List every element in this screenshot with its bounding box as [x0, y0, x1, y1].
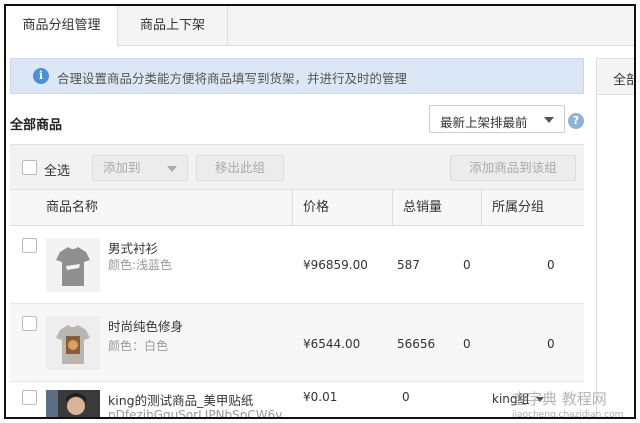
column-header-group[interactable]: 所属分组 — [492, 190, 544, 226]
product-sales: 56656 — [397, 337, 436, 351]
add-product-to-group-button[interactable]: 添加商品到该组 — [450, 155, 576, 181]
sort-dropdown[interactable]: 最新上架排最前 — [429, 105, 565, 133]
remove-from-group-button[interactable]: 移出此组 — [196, 155, 284, 181]
select-all-checkbox[interactable] — [22, 160, 37, 175]
product-thumbnail[interactable] — [46, 390, 100, 417]
product-group: 0 — [547, 258, 555, 272]
add-to-group-label: 添加到 — [103, 160, 141, 175]
watermark-text: 查字典 教程网 — [512, 390, 607, 408]
product-name[interactable]: king的测试商品_美甲贴纸 — [108, 390, 253, 409]
table-row[interactable]: 时尚纯色修身 颜色：白色 ¥6544.00 56656 0 0 — [10, 304, 584, 382]
watermark-subtext: jiaocheng.chazidian.com — [512, 410, 624, 419]
tshirt-icon — [46, 316, 100, 370]
product-thumbnail[interactable] — [46, 238, 100, 292]
product-name[interactable]: 男式衬衫 — [108, 238, 158, 257]
app-frame: 商品分组管理 商品上下架 i 合理设置商品分类能方便将商品填写到货架，并进行及时… — [4, 4, 636, 419]
notice-text: 合理设置商品分类能方便将商品填写到货架，并进行及时的管理 — [57, 71, 408, 86]
product-price: ¥96859.00 — [303, 258, 368, 272]
add-to-group-dropdown[interactable]: 添加到 — [92, 155, 188, 181]
table-row[interactable]: king的测试商品_美甲贴纸 pDfezihGguSorLJPNbSpCW6v … — [10, 382, 584, 419]
tab-shelf-management[interactable]: 商品上下架 — [118, 6, 228, 46]
product-attribute: 颜色:浅蓝色 — [108, 258, 173, 272]
product-name[interactable]: 时尚纯色修身 — [108, 316, 183, 335]
product-attribute: 颜色：白色 — [108, 339, 169, 353]
bulk-action-toolbar: 全选 添加到 移出此组 添加商品到该组 — [10, 144, 584, 190]
help-icon[interactable]: ? — [568, 113, 584, 129]
product-price: ¥6544.00 — [303, 337, 361, 351]
product-thumbnail[interactable] — [46, 316, 100, 370]
product-price: ¥0.01 — [303, 390, 338, 404]
row-checkbox[interactable] — [22, 316, 37, 331]
tshirt-icon — [46, 238, 100, 292]
table-header: 商品名称 价格 总销量 所属分组 — [10, 190, 584, 226]
product-sales: 587 — [397, 258, 420, 272]
group-side-panel: 全部 — [596, 58, 634, 417]
section-title: 全部商品 — [10, 118, 63, 133]
column-divider — [292, 190, 293, 226]
select-all-label[interactable]: 全选 — [44, 160, 70, 179]
person-photo-icon — [46, 390, 100, 417]
tab-group-management[interactable]: 商品分组管理 — [6, 6, 118, 47]
column-header-price[interactable]: 价格 — [303, 190, 329, 226]
product-attribute: pDfezihGguSorLJPNbSpCW6v — [108, 408, 283, 419]
column-header-sales[interactable]: 总销量 — [403, 190, 442, 226]
sort-dropdown-label: 最新上架排最前 — [440, 115, 528, 130]
product-sales: 0 — [402, 390, 410, 404]
product-extra-count: 0 — [463, 337, 471, 351]
info-notice: i 合理设置商品分类能方便将商品填写到货架，并进行及时的管理 — [10, 58, 584, 94]
product-extra-count: 0 — [463, 258, 471, 272]
group-side-panel-header: 全部 — [597, 59, 634, 95]
chevron-down-icon — [167, 166, 177, 172]
column-divider — [392, 190, 393, 226]
table-row[interactable]: 男式衬衫 颜色:浅蓝色 ¥96859.00 587 0 0 — [10, 226, 584, 304]
product-group: 0 — [547, 337, 555, 351]
column-divider — [481, 190, 482, 226]
group-side-panel-title[interactable]: 全部 — [613, 69, 634, 88]
info-icon: i — [33, 68, 49, 84]
tab-bar: 商品分组管理 商品上下架 — [6, 6, 634, 47]
chevron-down-icon — [544, 117, 554, 123]
column-header-name[interactable]: 商品名称 — [46, 190, 98, 226]
row-checkbox[interactable] — [22, 390, 37, 405]
watermark: 查字典 教程网 jiaocheng.chazidian.com — [512, 388, 634, 419]
row-checkbox[interactable] — [22, 238, 37, 253]
